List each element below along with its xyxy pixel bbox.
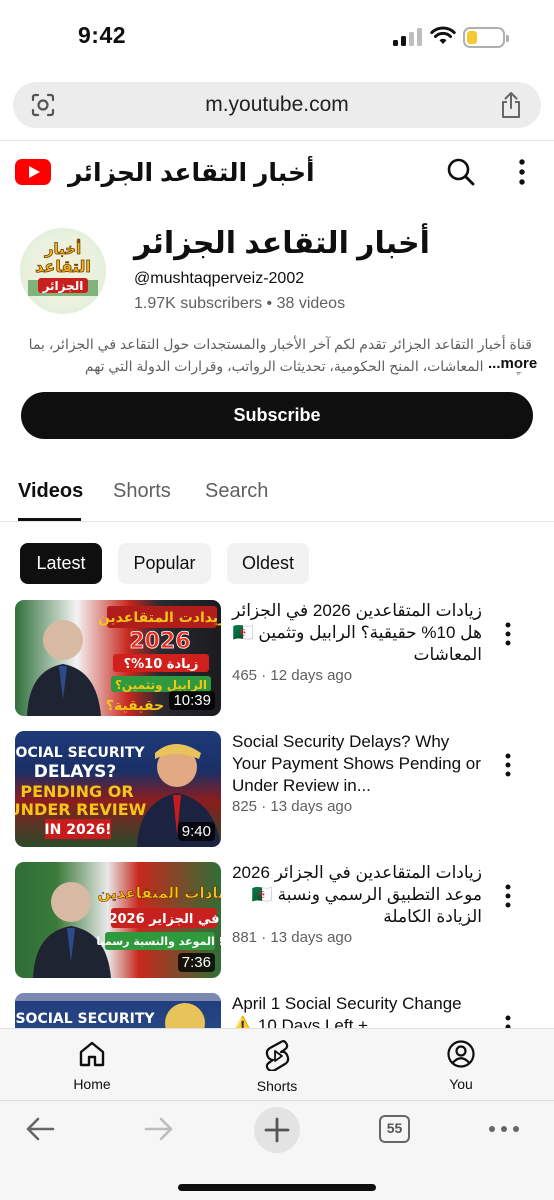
more-horiz-icon[interactable] <box>488 1125 520 1133</box>
forward-arrow-icon[interactable] <box>143 1115 175 1143</box>
chip-popular[interactable]: Popular <box>118 543 211 584</box>
video-meta: 881 · 13 days ago <box>232 929 352 946</box>
thumb-text-bottom: حقيقية؟ <box>106 698 164 714</box>
subscriber-count: 1.97K subscribers <box>134 295 263 312</box>
more-vert-icon[interactable] <box>516 158 528 186</box>
tab-active-indicator <box>18 518 81 521</box>
video-views: 881 <box>232 929 258 946</box>
chip-latest[interactable]: Latest <box>20 543 102 584</box>
status-time: 9:42 <box>78 22 127 48</box>
video-duration: 9:40 <box>177 822 215 841</box>
thumb-text-top: زيدادت المتقاعدين <box>98 610 221 626</box>
status-bar: 9:42 <box>0 0 554 78</box>
tab-videos[interactable]: Videos <box>18 480 83 503</box>
video-views: 825 <box>232 798 258 815</box>
description-more-link[interactable]: ...more <box>486 355 538 372</box>
home-icon <box>79 1041 105 1067</box>
subscribe-button[interactable]: Subscribe <box>21 392 533 439</box>
video-more-icon[interactable] <box>504 622 512 646</box>
video-duration: 10:39 <box>169 691 215 710</box>
nav-you-label: You <box>449 1076 473 1092</box>
channel-handle: @mushtaqperveiz-2002 <box>134 270 305 287</box>
video-thumbnail[interactable]: زيادات المتقاعدين في الجزاير 2026 الموعد… <box>15 862 221 978</box>
meta-separator: · <box>261 667 267 684</box>
back-arrow-icon[interactable] <box>24 1115 56 1143</box>
channel-name: أخبار التقاعد الجزائر <box>134 227 430 260</box>
shorts-icon <box>265 1040 290 1072</box>
video-item[interactable]: زيادات المتقاعدين في الجزاير 2026 الموعد… <box>0 862 554 982</box>
new-tab-button[interactable] <box>254 1107 300 1153</box>
header-channel-title: أخبار التقاعد الجزائر <box>68 159 315 187</box>
thumb-text-top: زيادات المتقاعدين <box>98 884 221 902</box>
thumb-text-year: في الجزاير 2026 <box>108 912 219 927</box>
meta-separator: · <box>261 798 267 815</box>
divider <box>0 140 554 141</box>
channel-tabs: Videos Shorts Search <box>0 468 554 522</box>
avatar-text-3: الجزائر <box>42 279 84 293</box>
share-icon[interactable] <box>499 91 523 119</box>
video-age: 13 days ago <box>270 798 353 815</box>
you-icon <box>447 1040 475 1068</box>
nav-home[interactable]: Home <box>47 1039 137 1092</box>
channel-avatar[interactable]: أخبار التقاعد الجزائر <box>20 228 106 314</box>
thumb-text-mid: PENDING OR <box>20 782 133 801</box>
thumb-text-mid: زيادة 10%؟ <box>124 657 199 672</box>
search-icon[interactable] <box>446 157 476 187</box>
video-duration: 7:36 <box>177 953 215 972</box>
wifi-icon <box>430 26 456 44</box>
url-text[interactable]: m.youtube.com <box>13 93 541 117</box>
video-title[interactable]: Social Security Delays? Why Your Payment… <box>232 731 482 797</box>
thumb-text-year: DELAYS? <box>34 762 117 782</box>
thumb-text-bottom: IN 2026! <box>44 822 111 838</box>
tab-search[interactable]: Search <box>205 480 268 503</box>
video-thumbnail[interactable]: SOCIAL SECURITY DELAYS? PENDING OR UNDER… <box>15 731 221 847</box>
nav-shorts[interactable]: Shorts <box>232 1039 322 1094</box>
bottom-navigation: Home Shorts You <box>0 1028 554 1100</box>
plus-icon <box>264 1117 290 1143</box>
thumb-text-low: UNDER REVIEW <box>15 800 147 819</box>
video-more-icon[interactable] <box>504 753 512 777</box>
meta-separator: · <box>261 929 267 946</box>
thumb-text-mid: الموعد والنسبة رسميا ! <box>96 935 221 948</box>
video-thumbnail[interactable]: زيدادت المتقاعدين 2026 زيادة 10%؟ الرابي… <box>15 600 221 716</box>
video-age: 12 days ago <box>270 667 353 684</box>
youtube-logo-icon[interactable] <box>15 159 51 185</box>
video-meta: 465 · 12 days ago <box>232 667 352 684</box>
video-title[interactable]: زيادات المتقاعدين في الجزائر 2026 موعد ا… <box>232 862 482 928</box>
nav-home-label: Home <box>73 1076 111 1092</box>
tab-shorts[interactable]: Shorts <box>113 480 171 503</box>
video-meta: 825 · 13 days ago <box>232 798 352 815</box>
browser-toolbar: 55 <box>0 1100 554 1200</box>
address-bar[interactable]: m.youtube.com <box>13 82 541 128</box>
video-title[interactable]: زيادات المتقاعدين 2026 في الجزائر هل 10%… <box>232 600 482 666</box>
channel-meta: 1.97K subscribers • 38 videos <box>134 295 345 313</box>
thumb-text-top: SOCIAL SECURITY <box>15 745 145 761</box>
thumb-text-year: 2026 <box>129 629 190 654</box>
chip-oldest[interactable]: Oldest <box>227 543 309 584</box>
cellular-signal-icon <box>393 28 423 46</box>
meta-separator: • <box>266 295 273 312</box>
video-more-icon[interactable] <box>504 884 512 908</box>
home-indicator <box>178 1184 376 1191</box>
avatar-text-2: التقاعد <box>35 257 91 276</box>
nav-shorts-label: Shorts <box>256 1078 298 1094</box>
video-views: 465 <box>232 667 258 684</box>
tab-switcher-button[interactable]: 55 <box>379 1115 410 1143</box>
battery-icon <box>463 27 509 48</box>
video-count: 38 videos <box>276 295 346 312</box>
battery-level <box>467 31 478 44</box>
channel-description[interactable]: قناة أخبار التقاعد الجزائر تقدم لكم آخر … <box>20 333 532 377</box>
nav-you[interactable]: You <box>416 1039 506 1092</box>
video-age: 13 days ago <box>270 929 353 946</box>
avatar-text-1: أخبار <box>44 239 81 258</box>
video-item[interactable]: SOCIAL SECURITY DELAYS? PENDING OR UNDER… <box>0 731 554 851</box>
thumb-text-top: SOCIAL SECURITY <box>15 1011 155 1027</box>
video-item[interactable]: زيدادت المتقاعدين 2026 زيادة 10%؟ الرابي… <box>0 600 554 720</box>
